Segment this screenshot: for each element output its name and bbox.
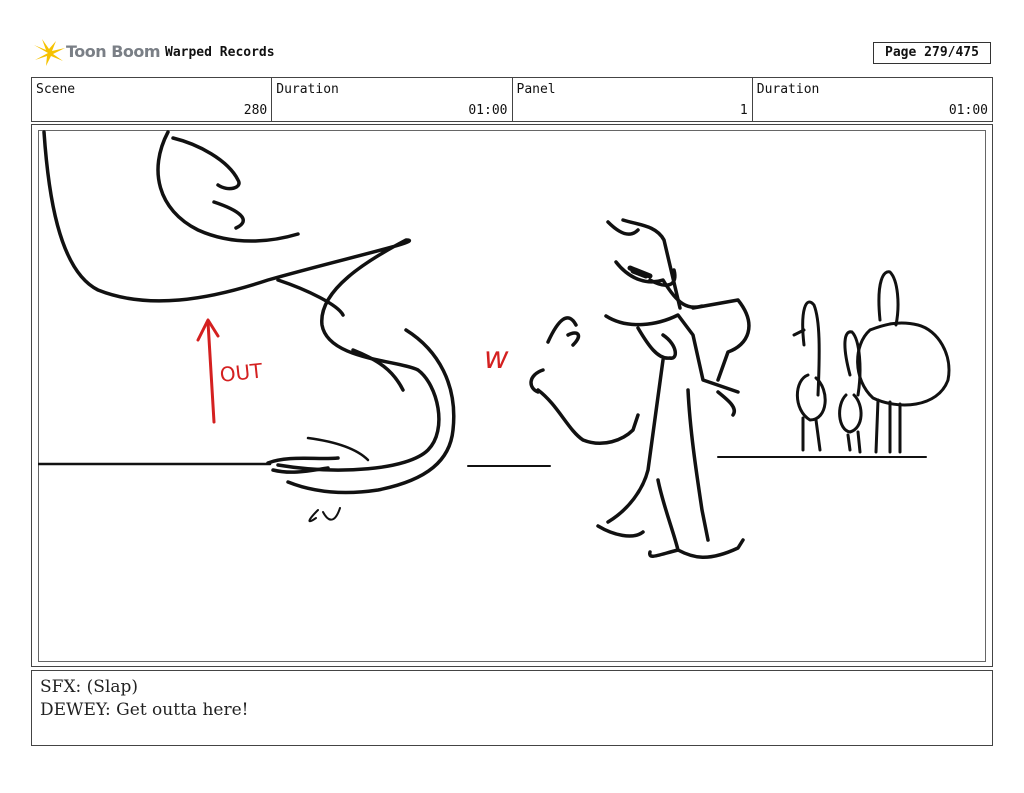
scene-label: Scene xyxy=(36,82,76,97)
logo-text: Toon Boom xyxy=(66,42,161,61)
scene-duration-value: 01:00 xyxy=(468,103,508,118)
caption-box: SFX: (Slap) DEWEY: Get outta here! xyxy=(31,670,993,746)
dewey-character-drawing xyxy=(529,218,751,559)
panel-duration-value: 01:00 xyxy=(948,103,988,118)
scene-value: 280 xyxy=(243,103,268,118)
out-annotation-text: OUT xyxy=(219,358,265,386)
panel-value: 1 xyxy=(739,103,748,118)
caption-sfx-line: SFX: (Slap) xyxy=(40,677,139,697)
caption-dialogue-line: DEWEY: Get outta here! xyxy=(40,700,249,720)
storyboard-sketch: OUT w xyxy=(38,130,951,559)
panel-duration-label: Duration xyxy=(756,82,820,97)
panel-cell: Panel 1 xyxy=(513,78,753,121)
page-number: Page 279/475 xyxy=(873,42,991,64)
scene-info-table: Scene 280 Duration 01:00 Panel 1 Duratio… xyxy=(31,77,993,122)
scene-duration-label: Duration xyxy=(276,82,339,97)
sfx-slap-mark: w xyxy=(484,341,509,376)
panel-duration-cell: Duration 01:00 xyxy=(753,78,992,121)
out-arrow-annotation xyxy=(196,318,220,424)
project-title: Warped Records xyxy=(165,45,275,60)
scene-cell: Scene 280 xyxy=(32,78,273,121)
background-figures-drawing xyxy=(792,270,951,454)
panel-label: Panel xyxy=(516,82,556,97)
scene-duration-cell: Duration 01:00 xyxy=(272,78,513,121)
